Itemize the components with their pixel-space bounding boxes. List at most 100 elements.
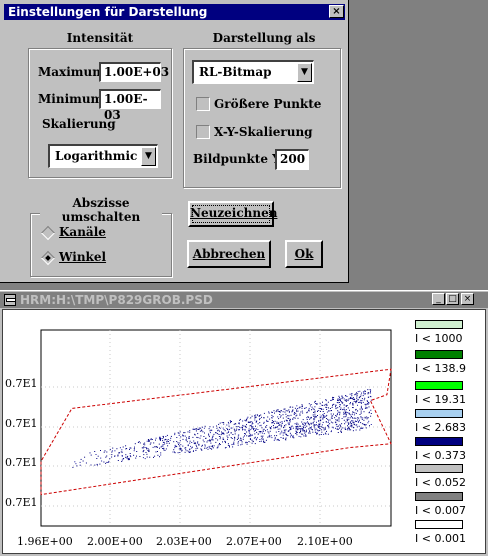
data-point [280,415,282,417]
data-point [267,436,269,438]
minimize-button[interactable]: _ [432,293,445,305]
data-point [178,444,180,445]
chevron-down-icon[interactable]: ▼ [141,147,156,166]
data-point [217,433,219,435]
angle-radio[interactable] [40,250,56,266]
data-point [210,442,212,444]
data-point [244,435,245,437]
minimum-input[interactable]: 1.00E-03 [99,89,161,122]
data-point [275,431,277,433]
maximum-input[interactable]: 1.00E+03 [99,62,169,82]
data-point [260,440,262,442]
data-point [310,404,312,405]
data-point [338,420,340,422]
close-button[interactable]: × [461,293,474,305]
plot-window: HRM:H:\TMP\P829GROB.PSD _ □ × 0.7E1 0.7E… [0,290,488,556]
maximize-button[interactable]: □ [446,293,459,305]
data-point [357,410,359,412]
data-point [337,425,339,427]
data-point [363,411,365,413]
window-menu-icon[interactable] [4,294,16,306]
data-point [366,407,368,409]
data-point [174,451,175,453]
scaling-select[interactable]: Logarithmic ▼ [48,144,158,168]
data-point [367,417,369,419]
data-point [253,437,255,439]
data-point [230,422,232,424]
data-point [106,461,108,463]
data-point [354,424,355,426]
data-point [278,424,280,426]
data-point [337,419,339,421]
data-point [190,445,192,447]
data-point [247,421,249,423]
data-point [227,429,229,431]
data-point [226,428,228,429]
plot-title-bar[interactable]: HRM:H:\TMP\P829GROB.PSD _ □ × [0,292,488,308]
data-point [259,418,261,419]
data-point [218,423,220,425]
data-point [210,445,212,447]
data-point [352,412,354,413]
data-point [184,451,186,453]
data-point [234,433,236,435]
data-point [282,432,284,434]
display-mode-select[interactable]: RL-Bitmap ▼ [192,60,314,84]
data-point [279,414,281,415]
data-point [196,442,198,444]
xy-scaling-checkbox[interactable] [196,125,210,139]
data-point [263,433,265,435]
data-point [195,430,197,432]
data-point [321,408,322,410]
data-point [346,405,348,406]
data-point [221,422,223,424]
pixels-y-input[interactable]: 200 [275,149,309,170]
data-point [237,437,239,439]
data-point [289,406,291,408]
data-point [163,449,165,451]
data-point [146,448,147,450]
data-point [235,429,237,431]
data-point [135,457,137,459]
data-point [341,395,343,397]
data-point [357,391,359,393]
data-point [316,421,317,423]
data-point [337,399,338,401]
data-point [286,434,288,436]
data-point [301,433,303,435]
data-point [163,437,164,439]
data-point [320,415,322,417]
redraw-button[interactable]: Neuzeichnen [188,201,277,227]
data-point [361,402,362,404]
data-point [325,421,327,423]
chevron-down-icon[interactable]: ▼ [297,63,312,82]
data-point [162,440,164,442]
data-point [224,440,226,442]
data-point [286,433,287,435]
data-point [362,417,364,419]
data-point [359,429,361,431]
data-point [219,444,221,445]
data-point [300,411,302,413]
data-point [310,428,312,430]
data-point [332,422,334,424]
data-point [147,449,149,451]
data-point [281,421,283,423]
data-point [180,444,182,446]
channels-radio[interactable] [40,225,56,241]
cancel-button[interactable]: Abbrechen [187,240,271,268]
data-point [231,421,232,422]
bigger-points-checkbox[interactable] [196,97,210,111]
ok-button[interactable]: Ok [285,240,323,268]
data-point [279,416,281,418]
close-button[interactable]: × [329,5,344,18]
data-point [312,408,314,410]
dialog-title-bar[interactable]: Einstellungen für Darstellung × [4,4,345,20]
x-tick-label: 2.10E+00 [297,535,353,548]
data-point [218,444,220,446]
data-point [182,445,184,447]
data-point [189,442,191,444]
data-point [305,407,307,409]
angle-label: Winkel [59,250,107,264]
data-point [144,444,146,446]
